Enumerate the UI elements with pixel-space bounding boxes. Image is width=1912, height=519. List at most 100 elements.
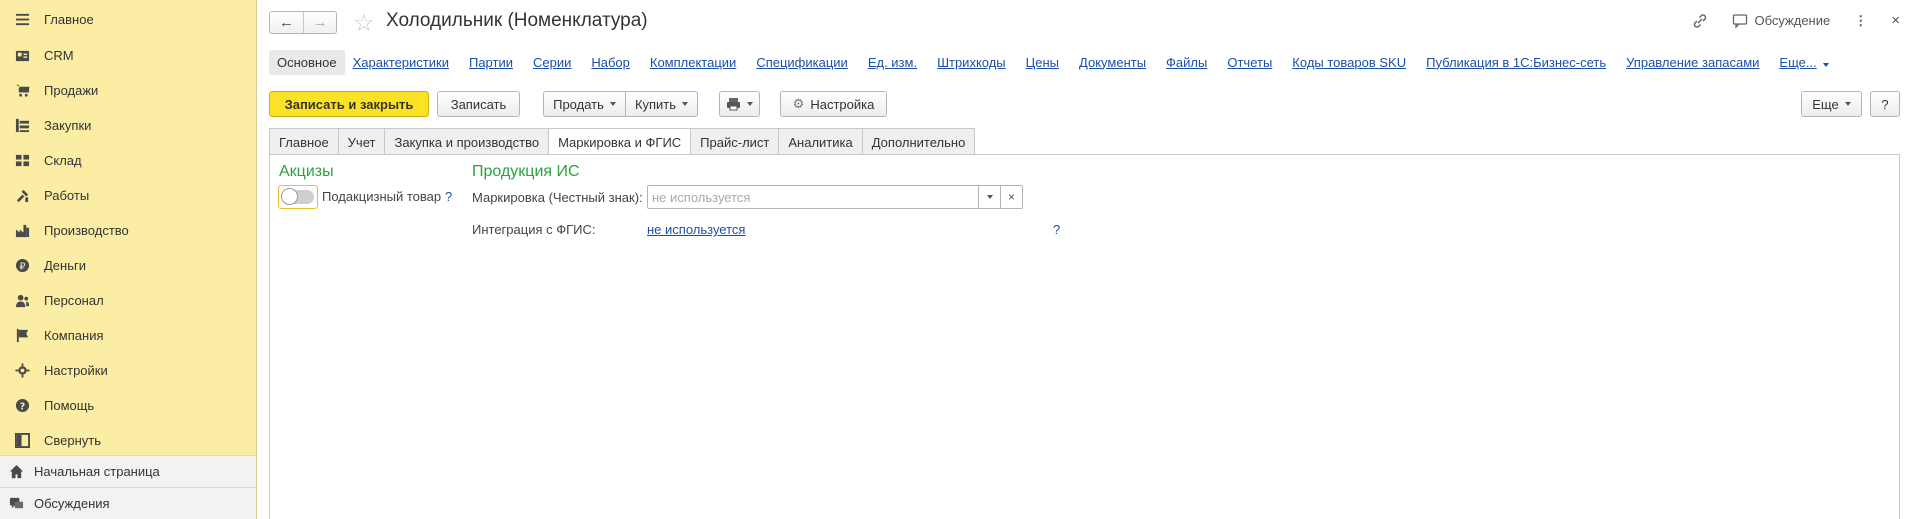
sidebar-item-sales[interactable]: Продажи xyxy=(0,73,256,108)
buy-button[interactable]: Купить xyxy=(625,91,698,117)
page-title: Холодильник (Номенклатура) xyxy=(386,10,648,31)
products-help-link[interactable]: ? xyxy=(1053,222,1060,237)
sidebar-item-label: Производство xyxy=(44,223,129,238)
sidebar-item-label: Обсуждения xyxy=(34,496,110,511)
link-icon[interactable] xyxy=(1692,13,1708,29)
link-kits[interactable]: Комплектации xyxy=(650,55,736,70)
link-barcodes[interactable]: Штрихкоды xyxy=(937,55,1006,70)
chevron-down-icon xyxy=(986,195,993,199)
link-units[interactable]: Ед. изм. xyxy=(868,55,917,70)
flag-icon xyxy=(14,328,30,344)
link-series[interactable]: Серии xyxy=(533,55,571,70)
link-sku-codes[interactable]: Коды товаров SKU xyxy=(1292,55,1406,70)
marking-clear-button[interactable]: × xyxy=(1000,186,1022,208)
collapse-icon xyxy=(14,433,30,449)
sidebar-item-purchases[interactable]: Закупки xyxy=(0,108,256,143)
main-area: ← → ☆ Холодильник (Номенклатура) Обсужде… xyxy=(258,0,1912,519)
tab-marking-fgis[interactable]: Маркировка и ФГИС xyxy=(548,128,692,156)
sidebar-item-main[interactable]: Главное xyxy=(0,0,256,38)
more-button[interactable]: Еще xyxy=(1801,91,1862,117)
printer-icon xyxy=(727,98,740,111)
sell-button[interactable]: Продать xyxy=(543,91,626,117)
close-icon[interactable]: × xyxy=(1891,12,1900,29)
cart-icon xyxy=(14,83,30,99)
sidebar-item-label: Настройки xyxy=(44,363,108,378)
tab-additional[interactable]: Дополнительно xyxy=(861,128,976,155)
sidebar-item-money[interactable]: ₽ Деньги xyxy=(0,248,256,283)
link-characteristics[interactable]: Характеристики xyxy=(353,55,449,70)
excise-toggle[interactable] xyxy=(278,185,318,209)
sidebar-item-label: Главное xyxy=(44,11,94,27)
marking-label: Маркировка (Честный знак): xyxy=(472,190,643,205)
sidebar-item-label: Деньги xyxy=(44,258,86,273)
favorite-star-icon[interactable]: ☆ xyxy=(353,9,375,38)
tab-price-list[interactable]: Прайс-лист xyxy=(690,128,780,155)
tab-analytics[interactable]: Аналитика xyxy=(778,128,863,155)
tab-main[interactable]: Главное xyxy=(269,128,339,155)
sell-label: Продать xyxy=(553,96,604,112)
settings-button[interactable]: ⚙ Настройка xyxy=(780,91,887,117)
factory-icon xyxy=(14,223,30,239)
back-button[interactable]: ← xyxy=(270,12,303,33)
discussion-label: Обсуждение xyxy=(1754,13,1831,28)
marking-dropdown-button[interactable] xyxy=(978,186,1000,208)
sidebar-item-production[interactable]: Производство xyxy=(0,213,256,248)
sidebar-item-works[interactable]: Работы xyxy=(0,178,256,213)
discussion-button[interactable]: Обсуждение xyxy=(1732,13,1830,29)
help-icon: ? xyxy=(14,398,30,414)
chevron-down-icon xyxy=(747,102,753,106)
sidebar-item-label: Закупки xyxy=(44,118,92,133)
save-button[interactable]: Записать xyxy=(437,91,520,117)
link-set[interactable]: Набор xyxy=(591,55,630,70)
form-links-bar: Основное Характеристики Партии Серии Наб… xyxy=(269,48,1912,76)
fgis-integration-link[interactable]: не используется xyxy=(647,222,745,237)
print-button[interactable] xyxy=(719,91,760,117)
sidebar-item-label: Свернуть xyxy=(44,433,102,448)
gear-icon: ⚙ xyxy=(792,96,805,111)
chevron-down-icon xyxy=(1822,62,1829,67)
link-specifications[interactable]: Спецификации xyxy=(756,55,848,70)
sidebar-item-collapse[interactable]: Свернуть xyxy=(0,423,256,458)
link-business-network[interactable]: Публикация в 1С:Бизнес-сеть xyxy=(1426,55,1606,70)
sidebar-item-help[interactable]: ? Помощь xyxy=(0,388,256,423)
sidebar-item-warehouse[interactable]: Склад xyxy=(0,143,256,178)
link-inventory-management[interactable]: Управление запасами xyxy=(1626,55,1759,70)
help-button[interactable]: ? xyxy=(1870,91,1900,117)
more-label: Еще xyxy=(1812,96,1839,112)
chevron-down-icon xyxy=(682,102,689,106)
purchases-icon xyxy=(14,118,30,134)
link-files[interactable]: Файлы xyxy=(1166,55,1207,70)
chat-icon xyxy=(1733,13,1748,29)
link-reports[interactable]: Отчеты xyxy=(1227,55,1272,70)
tab-purchase-production[interactable]: Закупка и производство xyxy=(384,128,550,155)
sidebar-item-label: Персонал xyxy=(44,293,104,308)
link-main-current[interactable]: Основное xyxy=(269,49,345,75)
links-more-label: Еще... xyxy=(1779,54,1817,70)
sidebar-item-home-page[interactable]: Начальная страница xyxy=(0,455,256,487)
svg-text:?: ? xyxy=(19,401,24,412)
people-icon xyxy=(14,293,30,309)
toolbar: Записать и закрыть Записать Продать Купи… xyxy=(269,91,1900,117)
link-documents[interactable]: Документы xyxy=(1079,55,1146,70)
sidebar-item-label: Помощь xyxy=(44,398,95,413)
sidebar-bottom: Начальная страница Обсуждения xyxy=(0,455,256,519)
menu-icon xyxy=(14,11,30,27)
more-menu-icon[interactable]: ⋮ xyxy=(1854,13,1867,29)
sidebar-item-personnel[interactable]: Персонал xyxy=(0,283,256,318)
link-prices[interactable]: Цены xyxy=(1026,55,1059,70)
links-more-button[interactable]: Еще... xyxy=(1779,54,1829,70)
sidebar-item-crm[interactable]: CRM xyxy=(0,38,256,73)
crm-icon xyxy=(14,48,30,64)
sidebar-item-label: Работы xyxy=(44,188,90,203)
sidebar-item-label: Склад xyxy=(44,153,82,168)
marking-input[interactable] xyxy=(648,186,978,208)
link-batches[interactable]: Партии xyxy=(469,55,513,70)
sidebar-item-settings[interactable]: Настройки xyxy=(0,353,256,388)
excise-help-link[interactable]: ? xyxy=(445,189,452,204)
toggle-track xyxy=(281,188,314,205)
forward-button[interactable]: → xyxy=(303,12,336,33)
sidebar-item-company[interactable]: Компания xyxy=(0,318,256,353)
tab-accounting[interactable]: Учет xyxy=(337,128,386,155)
sidebar-item-discussions[interactable]: Обсуждения xyxy=(0,487,256,519)
save-and-close-button[interactable]: Записать и закрыть xyxy=(269,91,429,117)
